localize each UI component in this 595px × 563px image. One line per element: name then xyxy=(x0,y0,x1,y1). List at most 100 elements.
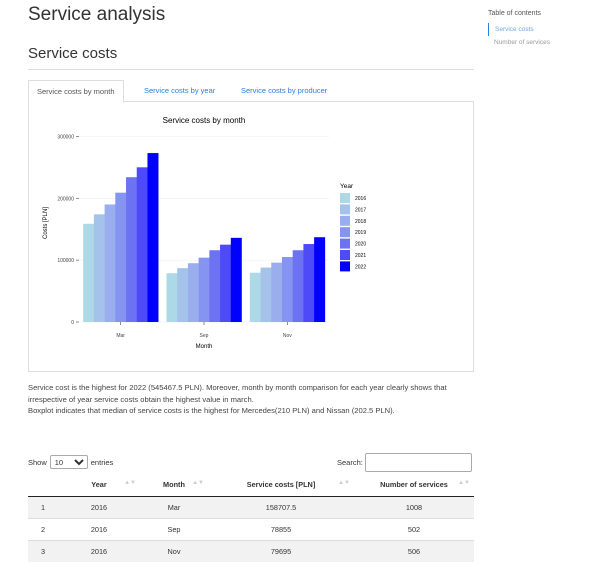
section-title: Service costs xyxy=(28,45,118,62)
service-costs-chart: 0 100000 200000 300000 Mar Sep Nov Service cost… xyxy=(43,116,366,350)
table-row[interactable]: 1 2016 Mar 158707.5 1008 xyxy=(28,495,474,518)
sort-icon: ▲▼ xyxy=(192,480,204,486)
toc-item-service-costs[interactable]: Service costs xyxy=(488,23,588,36)
bar-2017-Nov xyxy=(260,267,272,322)
table-length-control: Show 10 entries xyxy=(28,455,113,469)
tab-bar: Service costs by month Service costs by … xyxy=(28,80,474,103)
y-tick-label: 200000 xyxy=(57,196,74,202)
cell-month: Mar xyxy=(140,495,208,518)
row-index: 1 xyxy=(28,495,58,518)
sort-icon: ▲▼ xyxy=(458,480,470,486)
bar-2018-Sep xyxy=(187,263,199,322)
legend-label: 2019 xyxy=(355,230,366,236)
column-header-year[interactable]: Year ▲▼ xyxy=(58,474,140,497)
page-title: Service analysis xyxy=(28,4,166,25)
cell-number-of-services: 1008 xyxy=(354,495,474,518)
bar-2017-Sep xyxy=(177,268,189,322)
column-header-label: Number of services xyxy=(380,480,448,490)
column-header-label: Month xyxy=(163,480,185,490)
bar-2016-Sep xyxy=(166,273,178,322)
bar-2019-Sep xyxy=(198,257,210,322)
show-label: Show xyxy=(28,457,47,467)
bar-2020-Nov xyxy=(292,250,304,322)
cell-number-of-services: 502 xyxy=(354,517,474,540)
toc-title: Table of contents xyxy=(488,10,541,17)
column-header-index xyxy=(28,474,58,497)
table-search-control: Search: xyxy=(337,453,472,472)
toc-item-number-of-services[interactable]: Number of services xyxy=(488,36,588,49)
table-row[interactable]: 3 2016 Nov 79695 506 xyxy=(28,539,474,562)
bar-2021-Nov xyxy=(303,244,315,322)
cell-month: Nov xyxy=(140,539,208,562)
row-index: 2 xyxy=(28,517,58,540)
column-header-month[interactable]: Month ▲▼ xyxy=(140,474,208,497)
legend-label: 2022 xyxy=(355,264,366,270)
legend-label: 2020 xyxy=(355,242,366,248)
legend-swatch-2020 xyxy=(340,238,350,249)
tab-service-costs-by-month[interactable]: Service costs by month xyxy=(28,80,124,103)
legend-label: 2018 xyxy=(355,219,366,225)
bar-2017-Mar xyxy=(93,214,105,322)
column-header-label: Year xyxy=(91,480,107,490)
y-tick-label: 300000 xyxy=(57,134,74,140)
tab-service-costs-by-year[interactable]: Service costs by year xyxy=(136,80,223,102)
bar-2016-Mar xyxy=(83,223,95,322)
bar-2021-Sep xyxy=(220,244,232,322)
bar-2022-Sep xyxy=(230,237,242,322)
section-divider xyxy=(28,69,474,70)
table-of-contents: Table of contents Service costs Number o… xyxy=(488,10,588,49)
sort-icon: ▲▼ xyxy=(338,480,350,486)
chart-panel: 0 100000 200000 300000 Mar Sep Nov Service cost… xyxy=(28,102,474,372)
description-paragraph-1: Service cost is the highest for 2022 (54… xyxy=(28,383,447,404)
bar-2016-Nov xyxy=(249,272,261,322)
bar-2021-Mar xyxy=(136,167,148,322)
y-axis-label: Costs [PLN] xyxy=(43,207,49,239)
cell-number-of-services: 506 xyxy=(354,539,474,562)
row-index: 3 xyxy=(28,539,58,562)
table-header-row: Year ▲▼ Month ▲▼ Service costs [PLN] ▲▼ Num… xyxy=(28,474,474,497)
bar-2022-Mar xyxy=(147,153,159,322)
cell-year: 2016 xyxy=(58,517,140,540)
cell-service-costs: 158707.5 xyxy=(208,495,354,518)
legend-label: 2017 xyxy=(355,207,366,213)
cell-year: 2016 xyxy=(58,495,140,518)
legend-swatch-2018 xyxy=(340,215,350,226)
search-label: Search: xyxy=(337,458,363,467)
legend-swatch-2017 xyxy=(340,204,350,215)
tab-service-costs-by-producer[interactable]: Service costs by producer xyxy=(233,80,335,102)
description-paragraph-2: Boxplot indicates that median of service… xyxy=(28,406,395,415)
cell-year: 2016 xyxy=(58,539,140,562)
bar-2022-Nov xyxy=(314,237,326,322)
bar-2020-Sep xyxy=(209,250,221,322)
analysis-description: Service cost is the highest for 2022 (54… xyxy=(28,382,478,417)
legend-swatch-2021 xyxy=(340,250,350,260)
y-tick-label: 0 xyxy=(71,320,74,326)
column-header-label: Service costs [PLN] xyxy=(246,480,316,490)
bar-2019-Mar xyxy=(115,192,127,322)
table-row[interactable]: 2 2016 Sep 78855 502 xyxy=(28,517,474,540)
y-tick-label: 100000 xyxy=(57,258,74,264)
sort-icon: ▲▼ xyxy=(124,480,136,486)
bar-2018-Mar xyxy=(104,204,116,322)
bar-2020-Mar xyxy=(126,177,138,322)
search-input[interactable] xyxy=(364,453,472,472)
x-tick-label: Sep xyxy=(200,333,209,339)
x-tick-label: Nov xyxy=(283,333,292,339)
legend-label: 2021 xyxy=(355,253,366,259)
legend-swatch-2019 xyxy=(340,227,350,238)
entries-per-page-select[interactable]: 10 xyxy=(49,455,88,469)
x-tick-label: Mar xyxy=(116,333,125,339)
x-axis-label: Month xyxy=(196,344,213,350)
column-header-service-costs[interactable]: Service costs [PLN] ▲▼ xyxy=(208,474,354,497)
column-header-number-of-services[interactable]: Number of services ▲▼ xyxy=(354,474,474,497)
service-costs-table: Year ▲▼ Month ▲▼ Service costs [PLN] ▲▼ Num… xyxy=(28,474,474,562)
legend-swatch-2022 xyxy=(340,261,350,272)
legend-swatch-2016 xyxy=(340,193,350,203)
bar-2019-Nov xyxy=(281,257,293,322)
legend-title: Year xyxy=(340,183,354,190)
cell-service-costs: 79695 xyxy=(208,539,354,562)
cell-month: Sep xyxy=(140,517,208,540)
cell-service-costs: 78855 xyxy=(208,517,354,540)
bar-2018-Nov xyxy=(271,262,283,322)
chart-title: Service costs by month xyxy=(163,116,246,125)
